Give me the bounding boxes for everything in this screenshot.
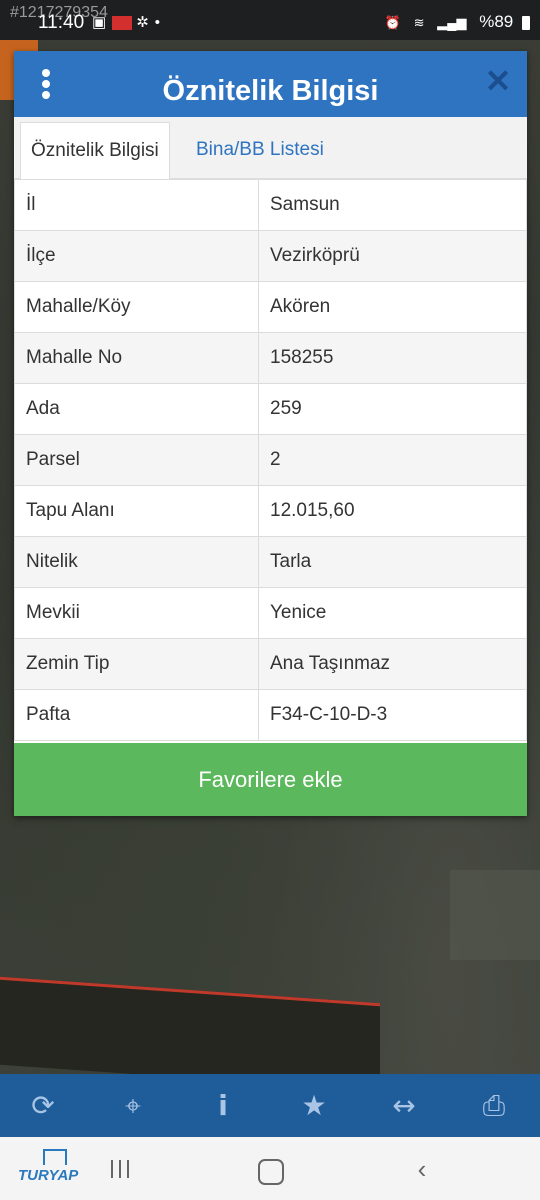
recents-button[interactable] — [105, 1157, 135, 1181]
tab-attribute-info[interactable]: Öznitelik Bilgisi — [20, 122, 170, 179]
status-bar: #1217279354 11:40 ▣ ✲• ⏰ ≋ ▂▄▆ %89 — [0, 0, 540, 40]
table-row: Mahalle No 158255 — [14, 332, 527, 384]
table-row: Mahalle/Köy Akören — [14, 281, 527, 333]
attribute-value: 158255 — [258, 332, 527, 384]
dot-icon: • — [154, 14, 167, 31]
tab-building-list[interactable]: Bina/BB Listesi — [186, 122, 334, 178]
table-row: Pafta F34-C-10-D-3 — [14, 689, 527, 741]
attribute-key: İl — [14, 179, 259, 231]
table-row: Nitelik Tarla — [14, 536, 527, 588]
attribute-key: Mahalle No — [14, 332, 259, 384]
attribute-table: İl Samsun İlçe Vezirköprü Mahalle/Köy Aköre… — [14, 179, 527, 741]
wifi-icon: ≋ — [413, 15, 425, 30]
alarm-icon: ⏰ — [384, 15, 401, 30]
attribute-value: Akören — [258, 281, 527, 333]
map-field — [450, 870, 540, 960]
battery-percent: %89 — [479, 12, 514, 31]
attribute-key: Ada — [14, 383, 259, 435]
attribute-key: Parsel — [14, 434, 259, 486]
attribute-key: Pafta — [14, 689, 259, 741]
dialog-tabs: Öznitelik Bilgisi Bina/BB Listesi — [14, 117, 527, 179]
attribute-value: Vezirköprü — [258, 230, 527, 282]
measure-icon[interactable]: ↔ — [386, 1088, 422, 1124]
add-favorite-button[interactable]: Favorilere ekle — [14, 743, 527, 816]
locate-icon[interactable]: ⌖ — [115, 1088, 151, 1124]
attribute-key: Nitelik — [14, 536, 259, 588]
attribute-dialog: Öznitelik Bilgisi ✕ Öznitelik Bilgisi Bi… — [14, 51, 527, 816]
dialog-header: Öznitelik Bilgisi ✕ — [14, 51, 527, 117]
app-notification-icon — [112, 16, 133, 31]
signal-icon: ▂▄▆ — [437, 15, 467, 30]
attribute-value: Yenice — [258, 587, 527, 639]
attribute-value: Ana Taşınmaz — [258, 638, 527, 690]
attribute-value: 259 — [258, 383, 527, 435]
system-nav-bar: TURYAP ‹ — [0, 1137, 540, 1200]
battery-icon — [522, 15, 530, 30]
map-toolbar: ⟳ ⌖ i ★ ↔ ⎙ — [0, 1074, 540, 1137]
attribute-key: Mahalle/Köy — [14, 281, 259, 333]
clock: 11:40 — [38, 12, 85, 33]
home-button[interactable] — [258, 1159, 284, 1185]
attribute-value: F34-C-10-D-3 — [258, 689, 527, 741]
attribute-key: Zemin Tip — [14, 638, 259, 690]
notification-icons: ▣ ✲• — [92, 13, 166, 31]
table-row: İl Samsun — [14, 179, 527, 231]
attribute-key: Tapu Alanı — [14, 485, 259, 537]
settings-icon: ✲ — [136, 14, 155, 31]
close-icon[interactable]: ✕ — [483, 65, 513, 97]
logo-text: TURYAP — [18, 1167, 79, 1184]
attribute-value: 12.015,60 — [258, 485, 527, 537]
print-icon[interactable]: ⎙ — [476, 1088, 512, 1124]
dialog-title: Öznitelik Bilgisi — [162, 75, 379, 107]
turyap-logo: TURYAP — [18, 1149, 90, 1189]
refresh-icon[interactable]: ⟳ — [25, 1088, 61, 1124]
table-row: Tapu Alanı 12.015,60 — [14, 485, 527, 537]
attribute-key: İlçe — [14, 230, 259, 282]
attribute-value: Samsun — [258, 179, 527, 231]
table-row: Parsel 2 — [14, 434, 527, 486]
gallery-icon: ▣ — [92, 14, 113, 31]
attribute-value: Tarla — [258, 536, 527, 588]
system-status: ⏰ ≋ ▂▄▆ %89 — [385, 12, 530, 32]
back-button[interactable]: ‹ — [407, 1156, 437, 1182]
info-icon[interactable]: i — [205, 1088, 241, 1124]
table-row: Zemin Tip Ana Taşınmaz — [14, 638, 527, 690]
table-row: Ada 259 — [14, 383, 527, 435]
logo-roof-icon — [43, 1149, 67, 1165]
attribute-value: 2 — [258, 434, 527, 486]
table-row: Mevkii Yenice — [14, 587, 527, 639]
table-row: İlçe Vezirköprü — [14, 230, 527, 282]
star-icon[interactable]: ★ — [296, 1088, 332, 1124]
attribute-key: Mevkii — [14, 587, 259, 639]
